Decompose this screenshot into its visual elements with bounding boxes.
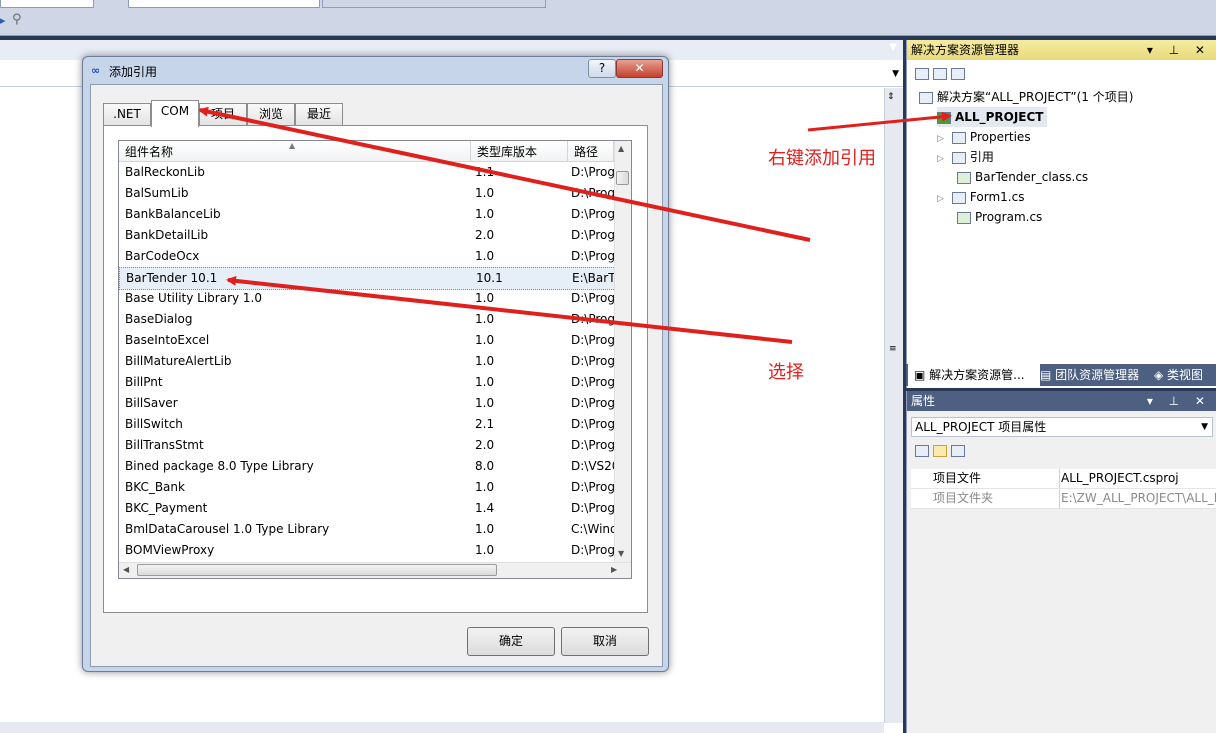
arrow-to-bartender: [226, 275, 793, 344]
tab-com[interactable]: COM: [151, 100, 199, 127]
arrow-to-project: [807, 111, 952, 132]
arrow-to-com-tab: [198, 106, 811, 242]
